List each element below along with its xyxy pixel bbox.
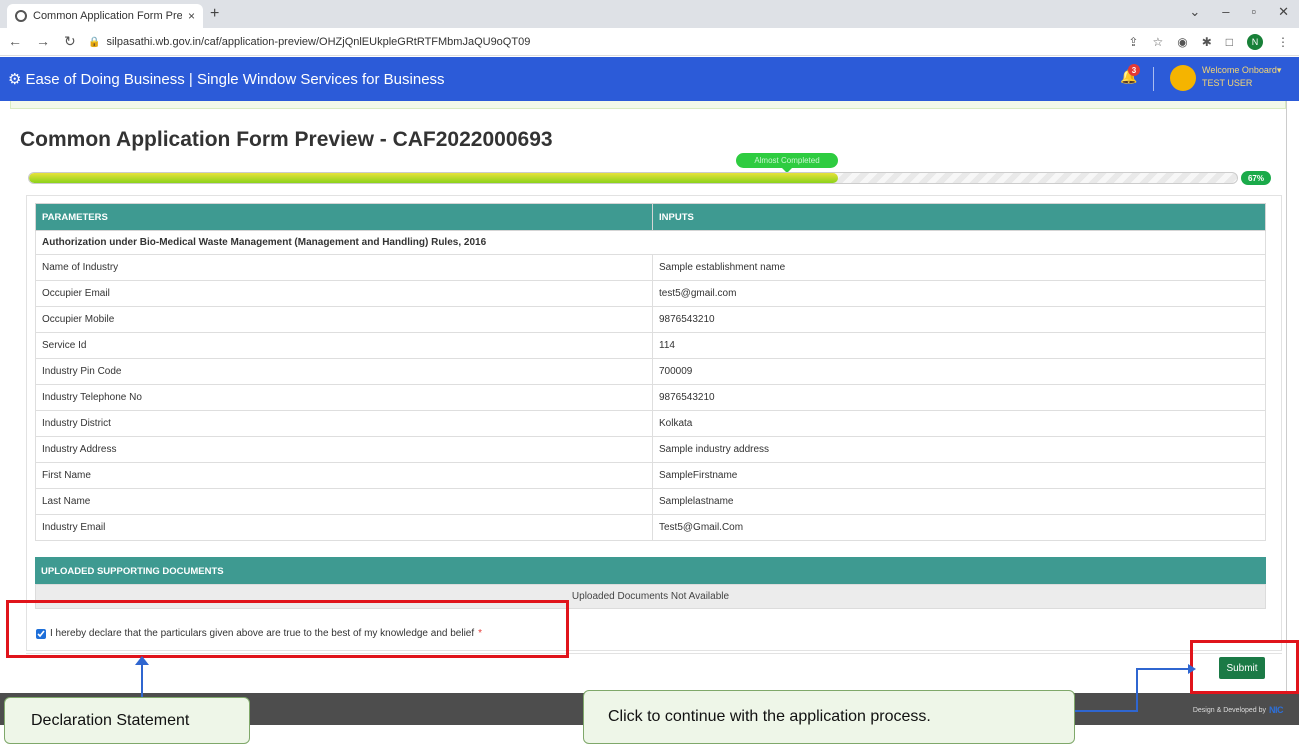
- url-text: silpasathi.wb.gov.in/caf/application-pre…: [106, 36, 531, 48]
- param-cell: Industry Email: [35, 514, 653, 541]
- credit-text: Design & Developed by: [1192, 706, 1266, 714]
- tab-close-icon[interactable]: ×: [188, 9, 195, 23]
- menu-dots-icon[interactable]: ⋮: [1277, 35, 1289, 49]
- tab-title: Common Application Form Prev: [33, 10, 182, 22]
- value-cell: Test5@Gmail.Com: [652, 514, 1266, 541]
- sidepanel-icon[interactable]: □: [1226, 35, 1233, 49]
- table-row: Industry Telephone No 9876543210: [35, 384, 1266, 411]
- minimize-icon[interactable]: –: [1222, 4, 1229, 20]
- welcome-text[interactable]: Welcome Onboard▾: [1202, 65, 1281, 76]
- declaration-arrow-head: [135, 656, 149, 665]
- profile-avatar[interactable]: N: [1247, 34, 1263, 50]
- table-row: Occupier Mobile 9876543210: [35, 306, 1266, 333]
- value-cell: SampleFirstname: [652, 462, 1266, 489]
- address-bar: ← → ↻ 🔒 silpasathi.wb.gov.in/caf/applica…: [0, 28, 1299, 56]
- back-icon[interactable]: ←: [8, 33, 22, 50]
- param-cell: Industry Telephone No: [35, 384, 653, 411]
- param-cell: Occupier Email: [35, 280, 653, 307]
- param-cell: First Name: [35, 462, 653, 489]
- param-cell: Last Name: [35, 488, 653, 515]
- param-cell: Name of Industry: [35, 254, 653, 281]
- new-tab-button[interactable]: +: [210, 5, 219, 23]
- value-cell: 700009: [652, 358, 1266, 385]
- brand-title: Ease of Doing Business | Single Window S…: [25, 70, 445, 88]
- table-row: Occupier Email test5@gmail.com: [35, 280, 1266, 307]
- table-row: Name of Industry Sample establishment nam…: [35, 254, 1266, 281]
- documents-heading: UPLOADED SUPPORTING DOCUMENTS: [35, 557, 1266, 584]
- table-row: First Name SampleFirstname: [35, 462, 1266, 489]
- value-cell: 114: [652, 332, 1266, 359]
- header-parameters: PARAMETERS: [35, 203, 653, 231]
- nic-logo: NIC: [1269, 705, 1284, 715]
- value-cell: test5@gmail.com: [652, 280, 1266, 307]
- reload-icon[interactable]: ↻: [64, 33, 76, 50]
- user-avatar[interactable]: [1170, 65, 1196, 91]
- submit-callout: Click to continue with the application p…: [583, 690, 1075, 744]
- browser-extensions: ⇪ ☆ ◉ ✱ □ N ⋮: [1128, 34, 1289, 50]
- extension-icon[interactable]: ◉: [1177, 35, 1187, 49]
- scroll-edge: [1286, 101, 1287, 691]
- window-controls: ⌄ – ▫ ✕: [1189, 4, 1289, 20]
- submit-highlight: [1190, 640, 1299, 694]
- submit-arrow-line-top: [1136, 668, 1190, 670]
- nav-buttons: ← → ↻: [8, 33, 76, 50]
- value-cell: Sample establishment name: [652, 254, 1266, 281]
- app-header: ⚙ Ease of Doing Business | Single Window…: [0, 57, 1299, 101]
- browser-tab-bar: Common Application Form Prev × + ⌄ – ▫ ✕: [0, 0, 1299, 28]
- close-icon[interactable]: ✕: [1278, 4, 1289, 20]
- param-cell: Industry District: [35, 410, 653, 437]
- table-row: Industry District Kolkata: [35, 410, 1266, 437]
- section-title: Authorization under Bio-Medical Waste Ma…: [35, 230, 1266, 255]
- footer-credit: Design & Developed by NIC: [1192, 705, 1284, 715]
- parameters-table: PARAMETERS INPUTS Authorization under Bi…: [35, 203, 1266, 541]
- table-row: Industry Address Sample industry address: [35, 436, 1266, 463]
- param-cell: Occupier Mobile: [35, 306, 653, 333]
- network-icon: ⚙: [8, 71, 22, 88]
- declaration-highlight: [6, 600, 569, 658]
- lock-icon: 🔒: [88, 36, 101, 48]
- table-row: Service Id 114: [35, 332, 1266, 359]
- url-field[interactable]: 🔒 silpasathi.wb.gov.in/caf/application-p…: [88, 32, 1138, 52]
- submit-arrow-line-v: [1136, 668, 1138, 712]
- notification-bell[interactable]: 🔔 3: [1120, 64, 1140, 85]
- restore-icon[interactable]: ▫: [1251, 4, 1256, 20]
- header-inputs: INPUTS: [652, 203, 1266, 231]
- value-cell: Kolkata: [652, 410, 1266, 437]
- value-cell: 9876543210: [652, 306, 1266, 333]
- bookmark-star-icon[interactable]: ☆: [1152, 35, 1163, 49]
- param-cell: Industry Pin Code: [35, 358, 653, 385]
- declaration-callout: Declaration Statement: [4, 697, 250, 744]
- progress-percent: 67%: [1241, 171, 1271, 185]
- progress-tooltip: Almost Completed: [736, 153, 838, 173]
- progress-fill: [29, 173, 839, 183]
- notification-badge: 3: [1128, 64, 1140, 76]
- browser-tab[interactable]: Common Application Form Prev ×: [7, 4, 203, 28]
- progress-bar: [28, 172, 1238, 184]
- value-cell: Sample industry address: [652, 436, 1266, 463]
- table-row: Industry Email Test5@Gmail.Com: [35, 514, 1266, 541]
- table-header-row: PARAMETERS INPUTS: [35, 203, 1266, 231]
- submit-arrow-head: [1188, 664, 1196, 674]
- submit-arrow-line-h: [1074, 710, 1138, 712]
- alert-strip: [10, 101, 1286, 109]
- param-cell: Industry Address: [35, 436, 653, 463]
- table-row: Last Name Samplelastname: [35, 488, 1266, 515]
- page-title: Common Application Form Preview - CAF202…: [20, 128, 553, 151]
- user-name: TEST USER: [1202, 78, 1253, 88]
- puzzle-icon[interactable]: ✱: [1202, 35, 1212, 49]
- forward-icon[interactable]: →: [36, 33, 50, 50]
- globe-icon: [15, 10, 27, 22]
- value-cell: Samplelastname: [652, 488, 1266, 515]
- value-cell: 9876543210: [652, 384, 1266, 411]
- table-row: Industry Pin Code 700009: [35, 358, 1266, 385]
- param-cell: Service Id: [35, 332, 653, 359]
- declaration-arrow-line: [141, 662, 143, 702]
- chevron-down-icon[interactable]: ⌄: [1189, 4, 1200, 20]
- share-icon[interactable]: ⇪: [1128, 35, 1138, 49]
- header-divider: [1153, 67, 1154, 91]
- section-row: Authorization under Bio-Medical Waste Ma…: [35, 230, 1266, 255]
- brand[interactable]: ⚙ Ease of Doing Business | Single Window…: [8, 70, 445, 89]
